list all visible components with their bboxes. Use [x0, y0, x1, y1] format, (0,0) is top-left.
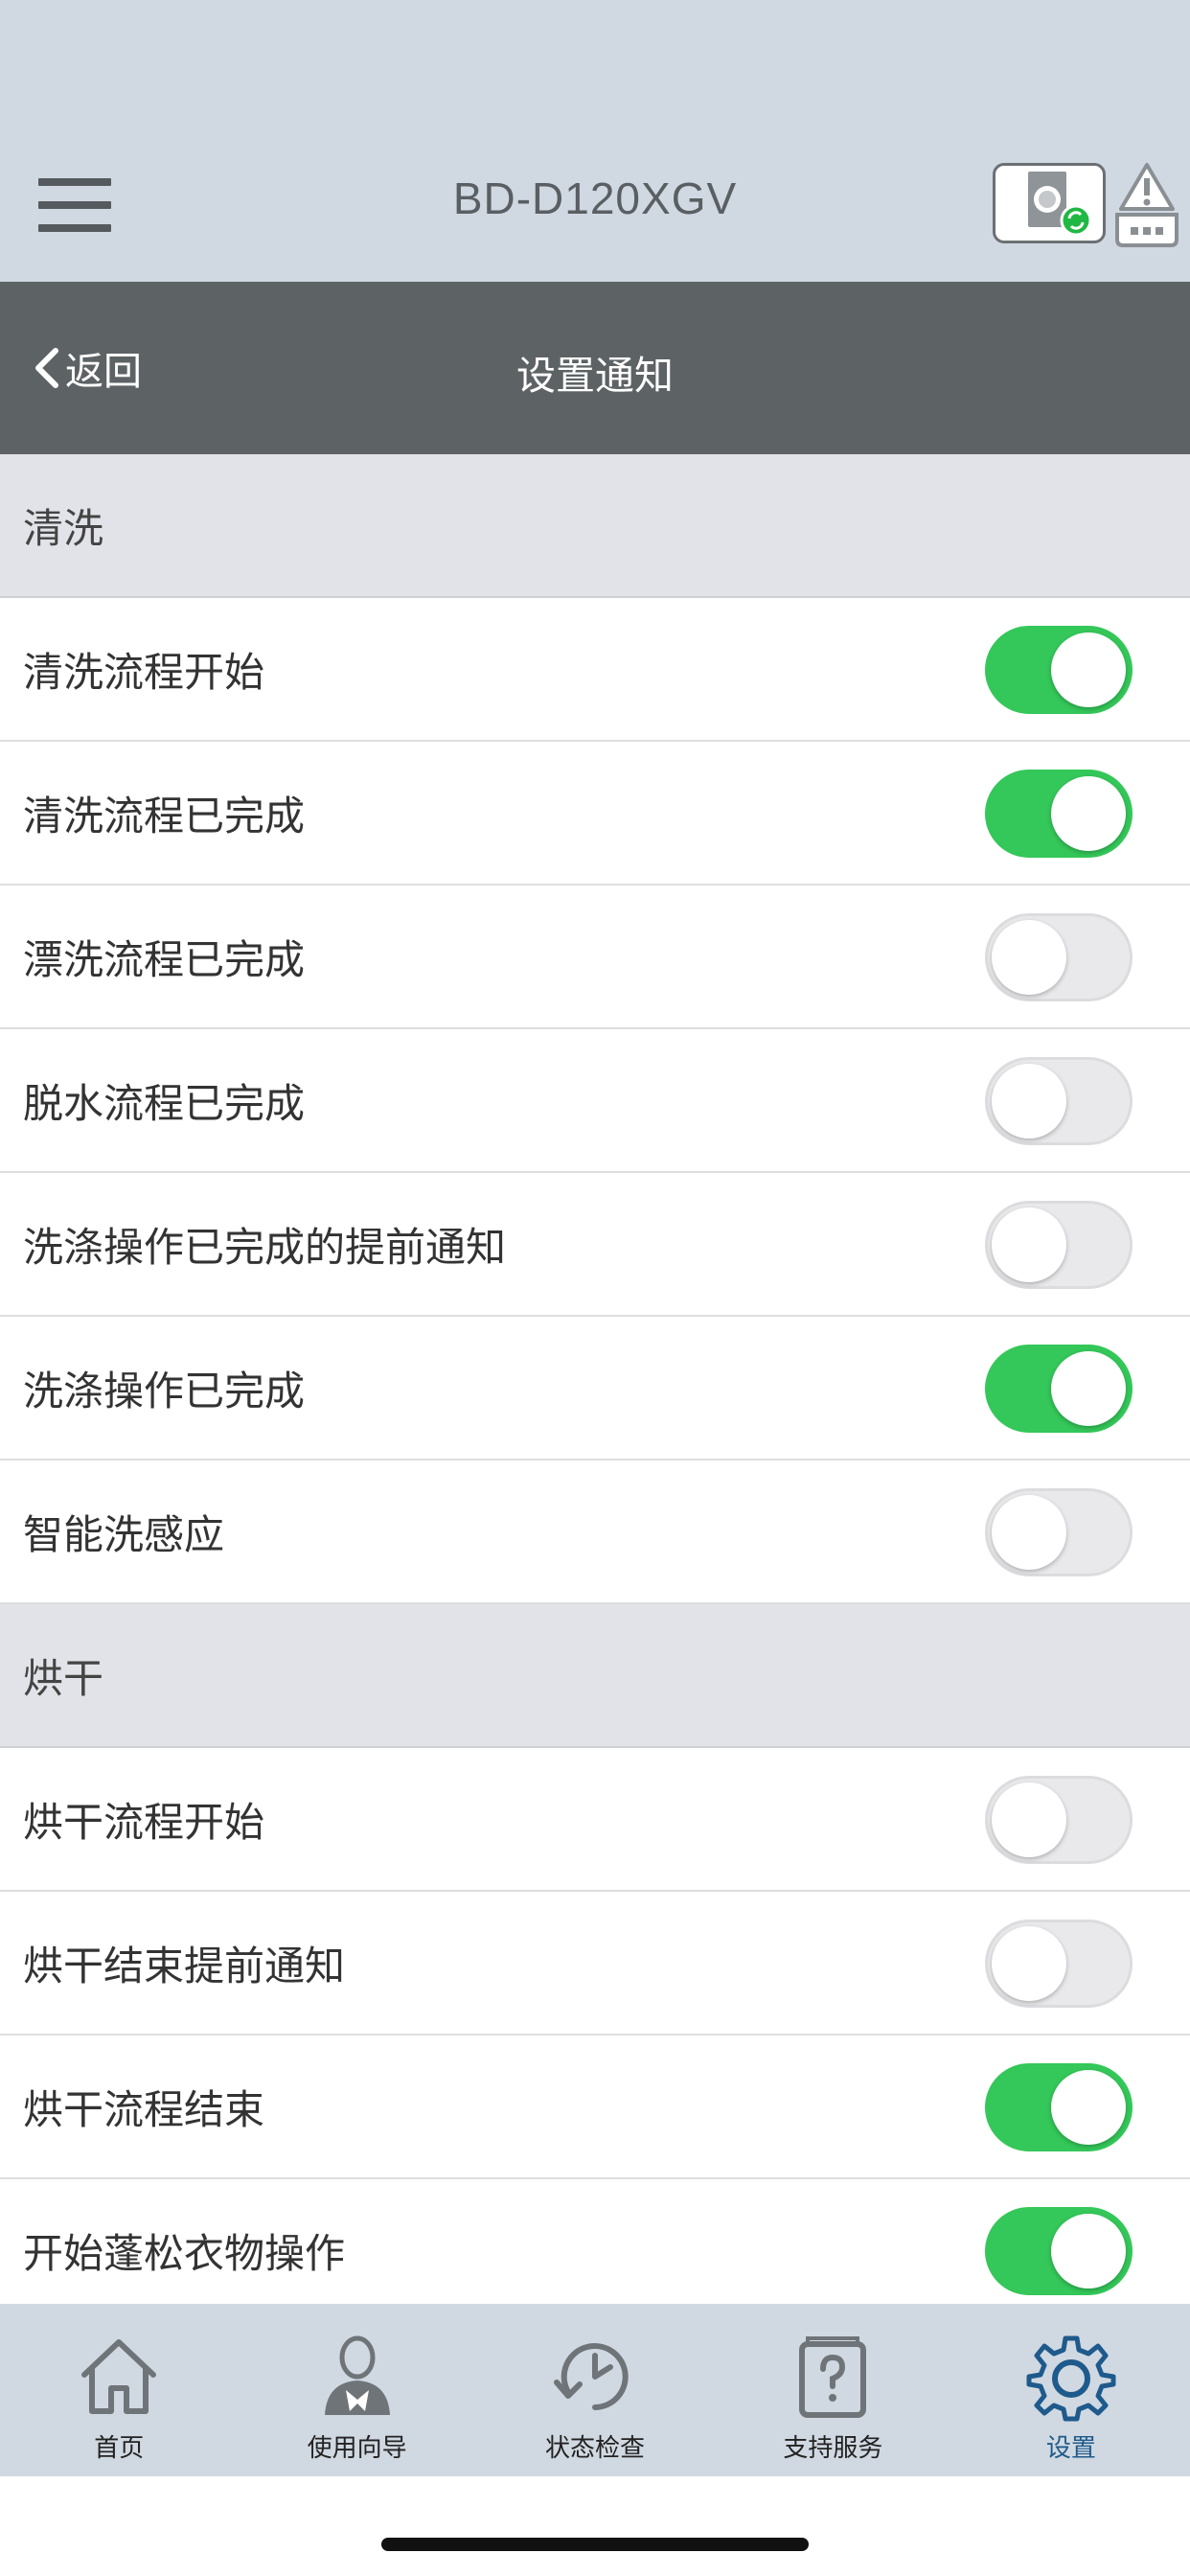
- section-header-wash: 清洗: [0, 454, 1190, 598]
- clock-refresh-icon: [554, 2343, 629, 2410]
- toggle-switch[interactable]: [985, 1920, 1133, 2008]
- list-item: 脱水流程已完成: [0, 1029, 1190, 1173]
- setting-label: 智能洗感应: [23, 1510, 225, 1558]
- toggle-switch[interactable]: [985, 2207, 1133, 2295]
- tab-status-check[interactable]: 状态检查: [476, 2304, 714, 2476]
- toggle-knob: [1051, 632, 1126, 707]
- toggle-switch[interactable]: [985, 626, 1133, 714]
- toggle-knob: [1051, 1351, 1126, 1426]
- toggle-switch[interactable]: [985, 913, 1133, 1001]
- setting-label: 漂洗流程已完成: [23, 935, 306, 983]
- page-title: 设置通知: [516, 353, 674, 399]
- washer-status-icon[interactable]: [993, 163, 1106, 243]
- section-header-dry: 烘干: [0, 1604, 1190, 1748]
- warning-icon[interactable]: [1113, 161, 1180, 249]
- list-item: 洗涤操作已完成: [0, 1317, 1190, 1460]
- tab-label: 首页: [94, 2434, 145, 2463]
- home-indicator: [381, 2538, 809, 2551]
- setting-label: 清洗流程开始: [23, 648, 265, 696]
- toggle-switch[interactable]: [985, 2063, 1133, 2151]
- toggle-knob: [1051, 2214, 1126, 2288]
- list-item: 烘干结束提前通知: [0, 1892, 1190, 2036]
- tab-guide[interactable]: 使用向导: [238, 2304, 475, 2476]
- list-item: 漂洗流程已完成: [0, 886, 1190, 1029]
- tab-settings[interactable]: 设置: [952, 2304, 1190, 2476]
- setting-label: 烘干结束提前通知: [23, 1942, 346, 1990]
- tab-home[interactable]: 首页: [0, 2304, 238, 2476]
- toggle-switch[interactable]: [985, 770, 1133, 858]
- tab-bar: 首页 使用向导 状态检查 支持服务 设置: [0, 2304, 1190, 2476]
- toggle-knob: [992, 1495, 1066, 1570]
- list-item: 清洗流程已完成: [0, 742, 1190, 886]
- settings-list: 清洗 清洗流程开始 清洗流程已完成 漂洗流程已完成 脱水流程已完成 洗涤操作已完…: [0, 454, 1190, 2323]
- toggle-switch[interactable]: [985, 1201, 1133, 1289]
- toggle-knob: [1051, 2070, 1126, 2145]
- list-item: 洗涤操作已完成的提前通知: [0, 1173, 1190, 1317]
- gear-icon: [1026, 2335, 1116, 2422]
- toggle-knob: [992, 1064, 1066, 1138]
- setting-label: 清洗流程已完成: [23, 792, 306, 840]
- setting-label: 开始蓬松衣物操作: [23, 2229, 346, 2277]
- toggle-switch[interactable]: [985, 1057, 1133, 1145]
- tab-label: 设置: [1045, 2434, 1096, 2463]
- toggle-switch[interactable]: [985, 1488, 1133, 1576]
- setting-label: 脱水流程已完成: [23, 1079, 306, 1127]
- list-item: 烘干流程开始: [0, 1748, 1190, 1892]
- toggle-knob: [1051, 776, 1126, 851]
- toggle-knob: [992, 1208, 1066, 1282]
- setting-label: 洗涤操作已完成: [23, 1367, 306, 1414]
- setting-label: 烘干流程结束: [23, 2085, 265, 2133]
- toggle-knob: [992, 1782, 1066, 1857]
- tab-label: 支持服务: [783, 2434, 883, 2463]
- setting-label: 烘干流程开始: [23, 1798, 265, 1846]
- guide-person-icon: [324, 2335, 390, 2415]
- list-item: 烘干流程结束: [0, 2036, 1190, 2179]
- toggle-switch[interactable]: [985, 1345, 1133, 1433]
- toggle-knob: [992, 920, 1066, 995]
- menu-bar: [38, 224, 111, 232]
- toggle-switch[interactable]: [985, 1776, 1133, 1864]
- tab-label: 状态检查: [545, 2434, 646, 2463]
- tab-label: 使用向导: [307, 2434, 407, 2463]
- tab-support[interactable]: 支持服务: [714, 2304, 951, 2476]
- toggle-knob: [992, 1926, 1066, 2001]
- list-item: 清洗流程开始: [0, 598, 1190, 742]
- list-item: 开始蓬松衣物操作: [0, 2179, 1190, 2323]
- list-item: 智能洗感应: [0, 1460, 1190, 1604]
- home-icon: [81, 2339, 157, 2414]
- help-book-icon: [799, 2336, 867, 2418]
- setting-label: 洗涤操作已完成的提前通知: [23, 1223, 507, 1271]
